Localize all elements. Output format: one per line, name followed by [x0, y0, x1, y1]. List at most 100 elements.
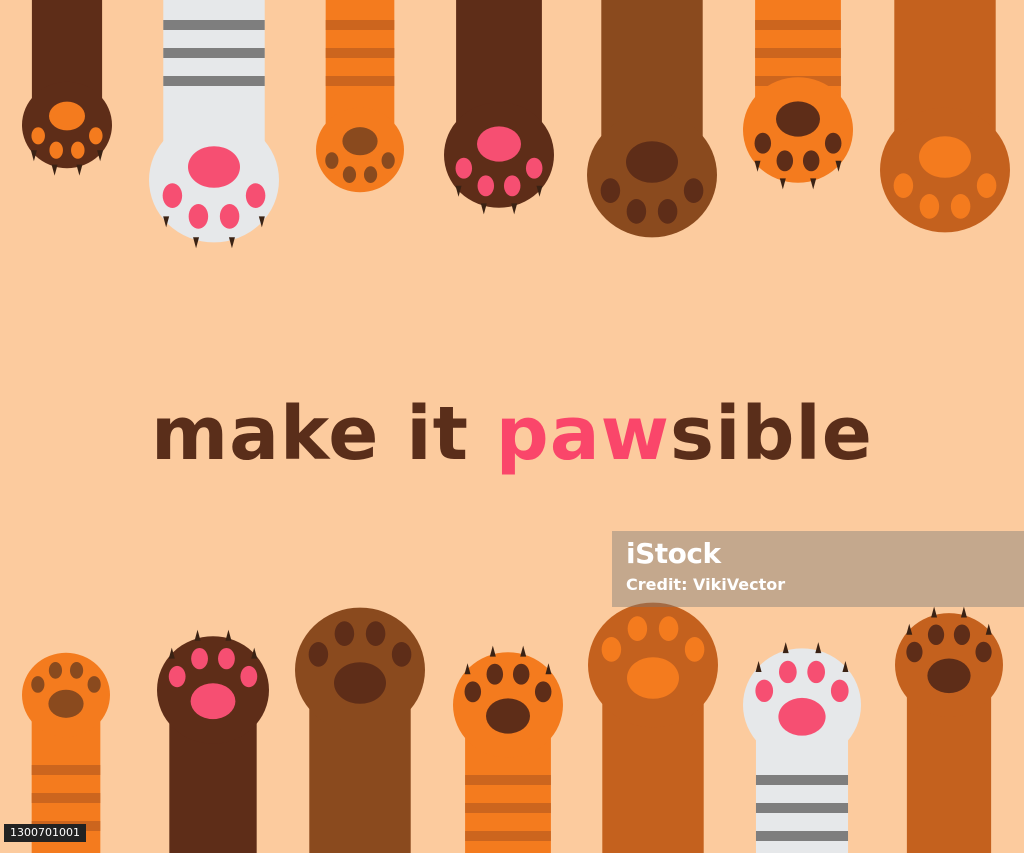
paw-toe-bean: [684, 637, 705, 662]
paw-toe-bean: [363, 166, 378, 183]
paw-main-pad: [48, 689, 84, 718]
paw-toe-bean: [525, 157, 543, 179]
paw-toe-bean: [778, 660, 797, 684]
paw-toe-bean: [31, 676, 45, 693]
paw-claw: [480, 203, 487, 215]
paw-main-pad: [486, 698, 530, 734]
paw-stripe: [325, 20, 395, 30]
poster: make it pawsible iStock Credit: VikiVect…: [0, 0, 1024, 853]
paw-toe-bean: [325, 152, 339, 169]
paw-main-pad: [778, 697, 826, 736]
paw-toe-bean: [755, 679, 774, 703]
paw-stripe: [163, 76, 265, 86]
paw-stripe: [163, 20, 265, 30]
paw-toe-bean: [69, 662, 84, 679]
bottom-paw-1: [22, 652, 110, 853]
paw-toe-bean: [218, 648, 235, 670]
paw-claw: [782, 642, 789, 654]
paw-main-pad: [477, 126, 521, 162]
paw-toe-bean: [976, 173, 997, 198]
paw-claw: [931, 606, 938, 618]
paw-toe-bean: [342, 166, 357, 183]
paw-toe-bean: [683, 178, 704, 203]
image-id-badge: 1300701001: [4, 824, 86, 842]
paw-toe-bean: [776, 150, 794, 172]
paw-toe-bean: [365, 621, 386, 646]
paw-toe-bean: [31, 127, 45, 145]
paw-toe-bean: [391, 642, 412, 667]
paw-main-pad: [626, 141, 678, 183]
paw-stripe: [755, 775, 849, 785]
headline-part-paw: paw: [495, 391, 671, 477]
top-paw-2: [149, 0, 279, 249]
paw-main-pad: [776, 101, 820, 137]
paw-stripe: [755, 803, 849, 813]
paw-claw: [194, 629, 201, 641]
bottom-paw-4: [453, 645, 563, 853]
paw-toe-bean: [906, 641, 923, 663]
paw-stripe: [755, 20, 841, 30]
paw-toe-bean: [658, 616, 679, 641]
paw-toe-bean: [975, 641, 992, 663]
paw-toe-bean: [503, 175, 521, 197]
paw-main-pad: [188, 146, 240, 188]
paw-toe-bean: [919, 194, 940, 219]
paw-main-pad: [927, 658, 971, 694]
paw-toe-bean: [48, 662, 63, 679]
paw-stripe: [325, 48, 395, 58]
paw-claw: [520, 645, 527, 657]
paw-stripe: [465, 803, 551, 813]
paw-toe-bean: [87, 676, 101, 693]
paw-toe-bean: [381, 152, 395, 169]
top-paw-6: [743, 0, 853, 190]
paw-toe-bean: [927, 624, 945, 646]
paw-claw: [489, 645, 496, 657]
paw-main-pad: [190, 683, 236, 720]
paw-toe-bean: [49, 141, 63, 159]
paw-stripe: [163, 48, 265, 58]
paw-stripe: [465, 831, 551, 841]
paw-main-pad: [919, 136, 971, 178]
paw-toe-bean: [512, 663, 530, 685]
paw-claw: [960, 606, 967, 618]
paw-main-pad: [627, 657, 679, 699]
paw-toe-bean: [754, 132, 772, 154]
paw-claw: [225, 629, 232, 641]
headline-part-sible: sible: [670, 391, 873, 477]
bottom-paw-5: [588, 602, 718, 853]
top-paw-7: [880, 0, 1010, 233]
paw-stripe: [31, 765, 101, 775]
paw-toe-bean: [477, 175, 495, 197]
headline: make it pawsible: [0, 384, 1024, 484]
watermark-brand: iStock: [626, 537, 721, 570]
paw-toe-bean: [807, 660, 826, 684]
watermark: iStock Credit: VikiVector: [612, 531, 1024, 607]
paw-toe-bean: [308, 642, 329, 667]
headline-part-make-it: make it: [151, 391, 496, 477]
paw-toe-bean: [657, 199, 678, 224]
paw-toe-bean: [455, 157, 473, 179]
paw-stripe: [465, 775, 551, 785]
paw-main-pad: [342, 127, 378, 156]
watermark-credit: Credit: VikiVector: [626, 575, 786, 594]
paw-claw: [511, 203, 518, 215]
paw-toe-bean: [240, 665, 258, 688]
paw-toe-bean: [802, 150, 820, 172]
paw-toe-bean: [627, 616, 648, 641]
paw-toe-bean: [464, 681, 482, 703]
top-paw-1: [22, 0, 112, 176]
bottom-paw-2: [157, 629, 269, 853]
bottom-paw-3: [295, 607, 425, 853]
paw-stripe: [755, 48, 841, 58]
paw-claw: [779, 178, 786, 190]
top-paw-5: [587, 0, 717, 238]
paw-toe-bean: [601, 637, 622, 662]
paw-claw: [810, 178, 817, 190]
paw-toe-bean: [950, 194, 971, 219]
top-paw-4: [444, 0, 554, 215]
paw-toe-bean: [188, 204, 209, 229]
paw-toe-bean: [168, 665, 186, 688]
paw-toe-bean: [191, 648, 208, 670]
paw-toe-bean: [893, 173, 914, 198]
paw-claw: [193, 237, 200, 249]
